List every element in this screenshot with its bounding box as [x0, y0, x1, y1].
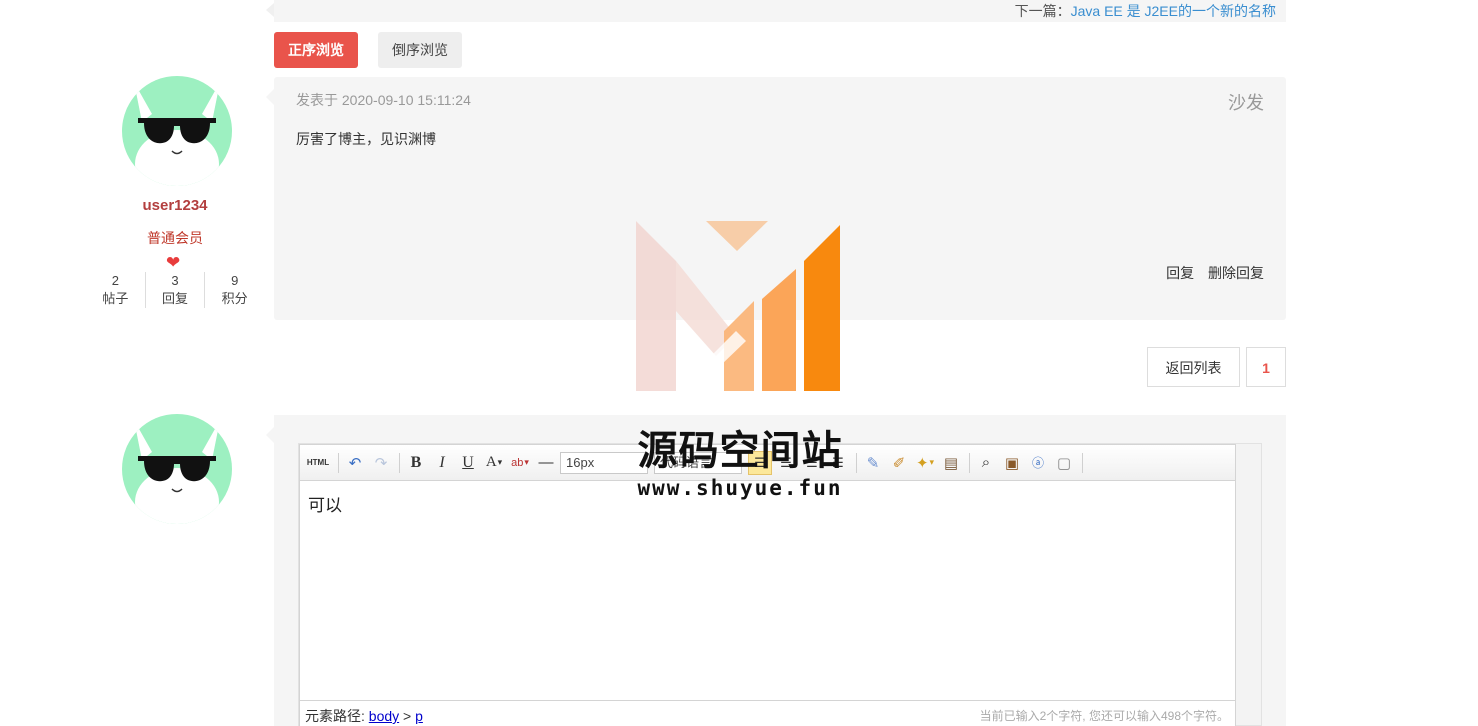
cat-sunglasses-icon — [134, 420, 220, 524]
format-brush-icon[interactable]: ✐ — [887, 451, 911, 475]
eraser-icon[interactable]: ✎ — [861, 451, 885, 475]
page-number-button[interactable]: 1 — [1246, 347, 1286, 387]
bold-button[interactable]: B — [404, 451, 428, 475]
next-post-link[interactable]: Java EE 是 J2EE的一个新的名称 — [1071, 3, 1276, 19]
magic-wand-icon[interactable]: ✦ — [913, 451, 937, 475]
speech-pointer — [266, 427, 274, 443]
path-p-link[interactable]: p — [415, 708, 423, 724]
char-count: 当前已输入2个字符, 您还可以输入498个字符。 — [979, 709, 1229, 723]
next-post-link-wrap: 下一篇：Java EE 是 J2EE的一个新的名称 — [1015, 1, 1276, 21]
avatar[interactable] — [122, 76, 232, 186]
user-role: 普通会员 — [147, 230, 203, 246]
font-size-select[interactable]: 16px — [560, 451, 648, 474]
stat-replies: 3 回复 — [144, 272, 205, 308]
code-language-select[interactable]: 代码语言 — [654, 451, 742, 474]
paste-icon[interactable]: ▣ — [1000, 451, 1024, 475]
underline-button[interactable]: U — [456, 451, 480, 475]
toolbar-divider — [338, 452, 339, 473]
align-left-icon[interactable]: ☰ — [748, 450, 772, 475]
paste-text-icon[interactable]: ▤ — [939, 451, 963, 475]
comment-time: 发表于 2020-09-10 15:11:24 — [296, 92, 471, 108]
heart-icon: ❤ — [166, 253, 181, 272]
cat-sunglasses-icon — [134, 82, 220, 186]
next-post-prefix: 下一篇： — [1014, 3, 1071, 19]
nav-arrow-icon — [266, 3, 274, 17]
toolbar-divider — [1082, 452, 1083, 473]
delete-reply-button[interactable]: 删除回复 — [1208, 265, 1264, 281]
editor-content[interactable]: 可以 — [308, 491, 342, 516]
special-char-icon[interactable]: ⓐ — [1026, 451, 1050, 475]
comment-actions: 回复 删除回复 — [1156, 263, 1264, 283]
italic-button[interactable]: I — [430, 451, 454, 475]
editor-toolbar: HTML ↶ ↷ B I U A ab — 16px 代码语言 ☰ ☰ ☰ ☰ … — [300, 445, 1235, 481]
search-replace-icon[interactable]: ⌕ — [974, 451, 998, 475]
comment-card: 发表于 2020-09-10 15:11:24 沙发 厉害了博主，见识渊博 回复… — [266, 77, 1286, 320]
html-source-button[interactable]: HTML — [304, 451, 332, 475]
font-color-icon[interactable]: A — [482, 451, 506, 475]
reply-form: HTML ↶ ↷ B I U A ab — 16px 代码语言 ☰ ☰ ☰ ☰ … — [266, 415, 1286, 726]
element-path: 元素路径: body > p — [305, 708, 423, 724]
editor-container: HTML ↶ ↷ B I U A ab — 16px 代码语言 ☰ ☰ ☰ ☰ … — [298, 443, 1262, 726]
reply-button[interactable]: 回复 — [1166, 265, 1194, 281]
align-justify-icon[interactable]: ☰ — [826, 451, 850, 475]
redo-icon[interactable]: ↷ — [369, 451, 393, 475]
stat-posts: 2 帖子 — [102, 273, 129, 306]
undo-icon[interactable]: ↶ — [343, 451, 367, 475]
highlight-color-icon[interactable]: ab — [508, 451, 532, 475]
comment-body: 厉害了博主，见识渊博 — [296, 131, 436, 147]
back-to-list-button[interactable]: 返回列表 — [1147, 347, 1240, 387]
comment-floor: 沙发 — [1228, 93, 1264, 113]
toolbar-divider — [856, 452, 857, 473]
align-center-icon[interactable]: ☰ — [774, 451, 798, 475]
user-stats: 2 帖子 3 回复 9 积分 — [86, 272, 264, 308]
toolbar-divider — [969, 452, 970, 473]
speech-pointer — [266, 89, 274, 105]
stat-points: 9 积分 — [204, 272, 264, 308]
avatar — [122, 414, 232, 524]
post-nav-bar: 下一篇：Java EE 是 J2EE的一个新的名称 — [266, 0, 1286, 22]
user-name[interactable]: user1234 — [110, 197, 240, 214]
blank-page-icon[interactable]: ▢ — [1052, 451, 1076, 475]
rich-text-editor: HTML ↶ ↷ B I U A ab — 16px 代码语言 ☰ ☰ ☰ ☰ … — [299, 444, 1236, 726]
horizontal-rule-icon[interactable]: — — [534, 451, 558, 475]
order-asc-button[interactable]: 正序浏览 — [274, 32, 358, 68]
toolbar-divider — [399, 452, 400, 473]
path-body-link[interactable]: body — [369, 708, 399, 724]
order-desc-button[interactable]: 倒序浏览 — [378, 32, 462, 68]
editor-statusbar: 元素路径: body > p 当前已输入2个字符, 您还可以输入498个字符。 — [300, 700, 1235, 726]
align-right-icon[interactable]: ☰ — [800, 451, 824, 475]
